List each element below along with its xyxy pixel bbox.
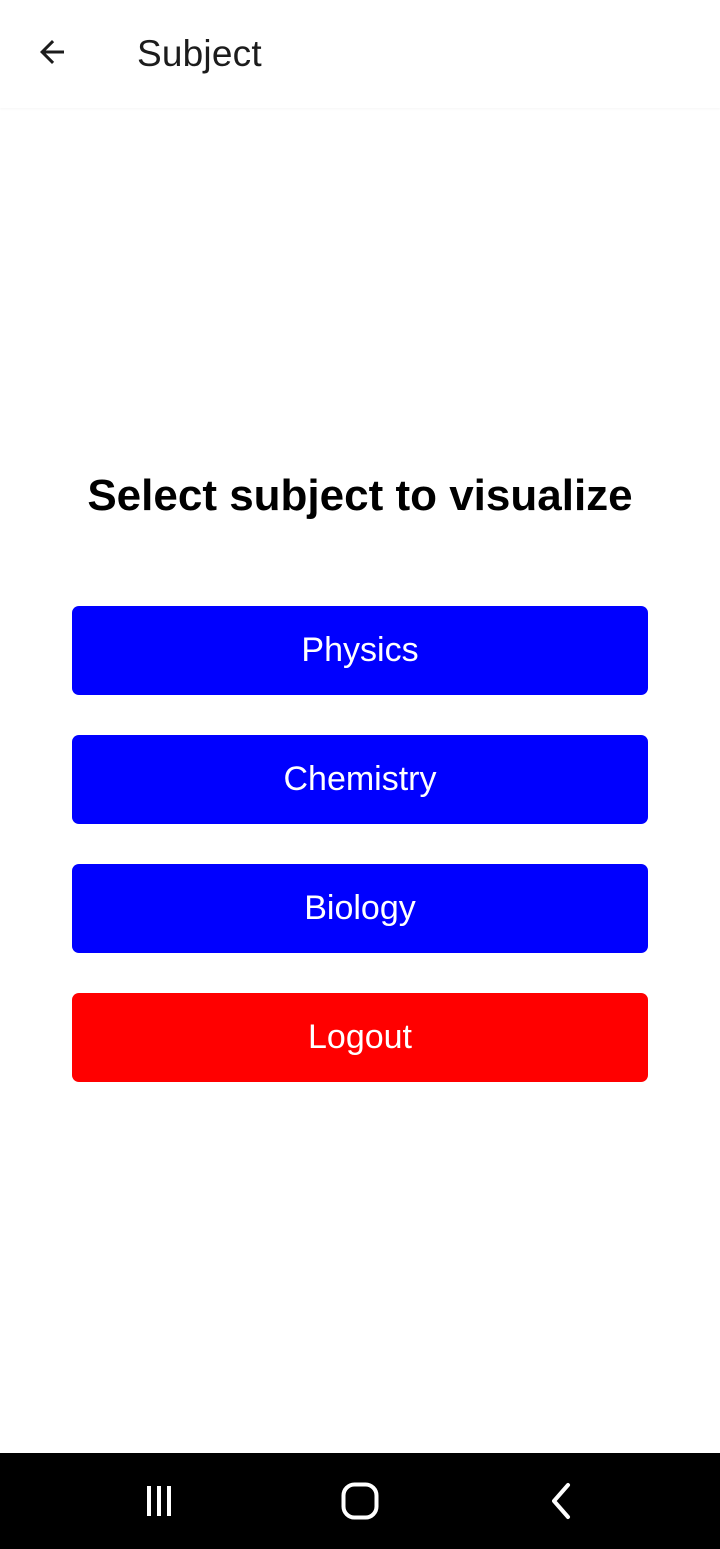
subject-screen: Subject Select subject to visualize Phys… [0, 0, 720, 1549]
home-button[interactable] [330, 1471, 390, 1531]
system-navigation-bar [0, 1453, 720, 1549]
page-title: Subject [137, 33, 262, 74]
biology-button[interactable]: Biology [72, 864, 648, 953]
logout-button[interactable]: Logout [72, 993, 648, 1082]
app-bar: Subject [0, 0, 720, 108]
physics-button[interactable]: Physics [72, 606, 648, 695]
chevron-left-icon [552, 1483, 570, 1519]
back-button[interactable] [22, 22, 82, 82]
recents-icon [147, 1486, 171, 1516]
recents-button[interactable] [129, 1471, 189, 1531]
chemistry-button[interactable]: Chemistry [72, 735, 648, 824]
home-icon [341, 1482, 379, 1520]
system-back-button[interactable] [532, 1471, 592, 1531]
arrow-left-icon [40, 40, 64, 64]
select-subject-heading: Select subject to visualize [87, 471, 633, 520]
